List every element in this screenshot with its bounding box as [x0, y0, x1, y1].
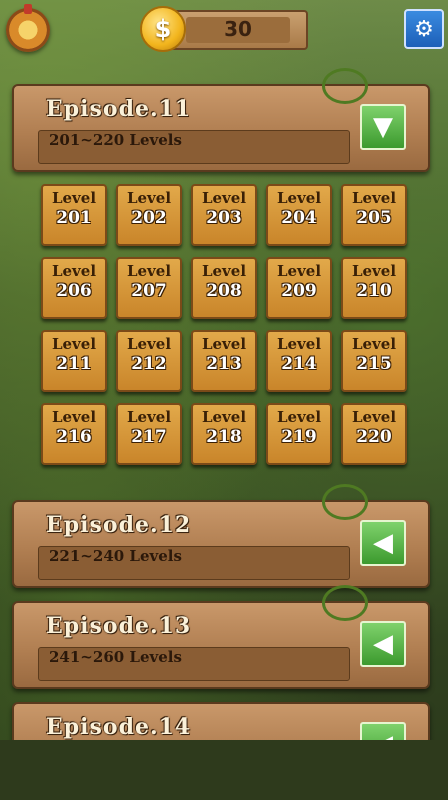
level-label: Level [276, 189, 322, 207]
level-grid: Level 201 Level 202 Level 203 Level 204 Level 205… [0, 172, 448, 482]
level-button-212[interactable]: Level 212 [116, 330, 182, 392]
settings-button[interactable]: ⚙ [404, 9, 444, 49]
episode-title: Episode.14 [46, 714, 192, 740]
level-button-205[interactable]: Level 205 [341, 184, 407, 246]
level-label: Level [276, 408, 322, 426]
vine-decoration [322, 68, 368, 104]
level-number: 206 [56, 281, 92, 301]
chevron-left-icon[interactable]: ◀ [360, 722, 406, 740]
level-label: Level [351, 335, 397, 353]
level-label: Level [51, 408, 97, 426]
level-label: Level [351, 189, 397, 207]
spin-wheel-icon[interactable] [6, 4, 50, 52]
level-label: Level [351, 262, 397, 280]
chevron-left-icon[interactable]: ◀ [360, 520, 406, 566]
level-button-201[interactable]: Level 201 [41, 184, 107, 246]
episode-range: 241~260 Levels [38, 647, 350, 681]
episode-clip: Episode.14 ◀ [0, 700, 448, 740]
bottom-strip [0, 740, 448, 800]
level-label: Level [276, 262, 322, 280]
level-button-203[interactable]: Level 203 [191, 184, 257, 246]
level-label: Level [126, 262, 172, 280]
coin-counter: 30 [168, 10, 308, 50]
level-number: 219 [281, 427, 317, 447]
level-button-216[interactable]: Level 216 [41, 403, 107, 465]
level-number: 212 [131, 354, 167, 374]
level-label: Level [51, 262, 97, 280]
level-label: Level [201, 335, 247, 353]
level-number: 205 [356, 208, 392, 228]
level-number: 220 [356, 427, 392, 447]
episode-panel-13[interactable]: Episode.13 241~260 Levels ◀ [12, 585, 430, 689]
chevron-down-icon[interactable]: ▼ [360, 104, 406, 150]
level-label: Level [126, 335, 172, 353]
level-label: Level [126, 408, 172, 426]
level-button-206[interactable]: Level 206 [41, 257, 107, 319]
level-label: Level [126, 189, 172, 207]
episode-title: Episode.13 [46, 613, 192, 639]
level-button-217[interactable]: Level 217 [116, 403, 182, 465]
level-number: 207 [131, 281, 167, 301]
episode-range: 201~220 Levels [38, 130, 350, 164]
level-number: 218 [206, 427, 242, 447]
level-number: 202 [131, 208, 167, 228]
level-button-214[interactable]: Level 214 [266, 330, 332, 392]
episode-panel-14[interactable]: Episode.14 ◀ [12, 702, 430, 740]
gear-icon: ⚙ [414, 16, 434, 42]
level-label: Level [51, 335, 97, 353]
chevron-left-icon[interactable]: ◀ [360, 621, 406, 667]
level-button-211[interactable]: Level 211 [41, 330, 107, 392]
level-number: 209 [281, 281, 317, 301]
level-label: Level [51, 189, 97, 207]
level-button-208[interactable]: Level 208 [191, 257, 257, 319]
coin-icon: $ [140, 6, 186, 52]
level-number: 210 [356, 281, 392, 301]
level-button-209[interactable]: Level 209 [266, 257, 332, 319]
level-number: 217 [131, 427, 167, 447]
coin-count: 30 [186, 17, 290, 43]
episode-panel-12[interactable]: Episode.12 221~240 Levels ◀ [12, 484, 430, 588]
level-number: 216 [56, 427, 92, 447]
level-number: 208 [206, 281, 242, 301]
vine-decoration [322, 585, 368, 621]
episode-title: Episode.12 [46, 512, 192, 538]
level-button-204[interactable]: Level 204 [266, 184, 332, 246]
level-label: Level [201, 408, 247, 426]
level-number: 204 [281, 208, 317, 228]
level-number: 201 [56, 208, 92, 228]
level-button-219[interactable]: Level 219 [266, 403, 332, 465]
level-label: Level [351, 408, 397, 426]
level-button-213[interactable]: Level 213 [191, 330, 257, 392]
level-number: 215 [356, 354, 392, 374]
episode-panel-11[interactable]: Episode.11 201~220 Levels ▼ [12, 68, 430, 172]
level-button-218[interactable]: Level 218 [191, 403, 257, 465]
level-button-210[interactable]: Level 210 [341, 257, 407, 319]
level-number: 213 [206, 354, 242, 374]
level-button-215[interactable]: Level 215 [341, 330, 407, 392]
level-number: 214 [281, 354, 317, 374]
level-button-202[interactable]: Level 202 [116, 184, 182, 246]
vine-decoration [322, 484, 368, 520]
level-label: Level [276, 335, 322, 353]
level-button-220[interactable]: Level 220 [341, 403, 407, 465]
episode-title: Episode.11 [46, 96, 192, 122]
level-number: 203 [206, 208, 242, 228]
level-label: Level [201, 189, 247, 207]
level-button-207[interactable]: Level 207 [116, 257, 182, 319]
episode-range: 221~240 Levels [38, 546, 350, 580]
level-number: 211 [56, 354, 92, 374]
level-label: Level [201, 262, 247, 280]
